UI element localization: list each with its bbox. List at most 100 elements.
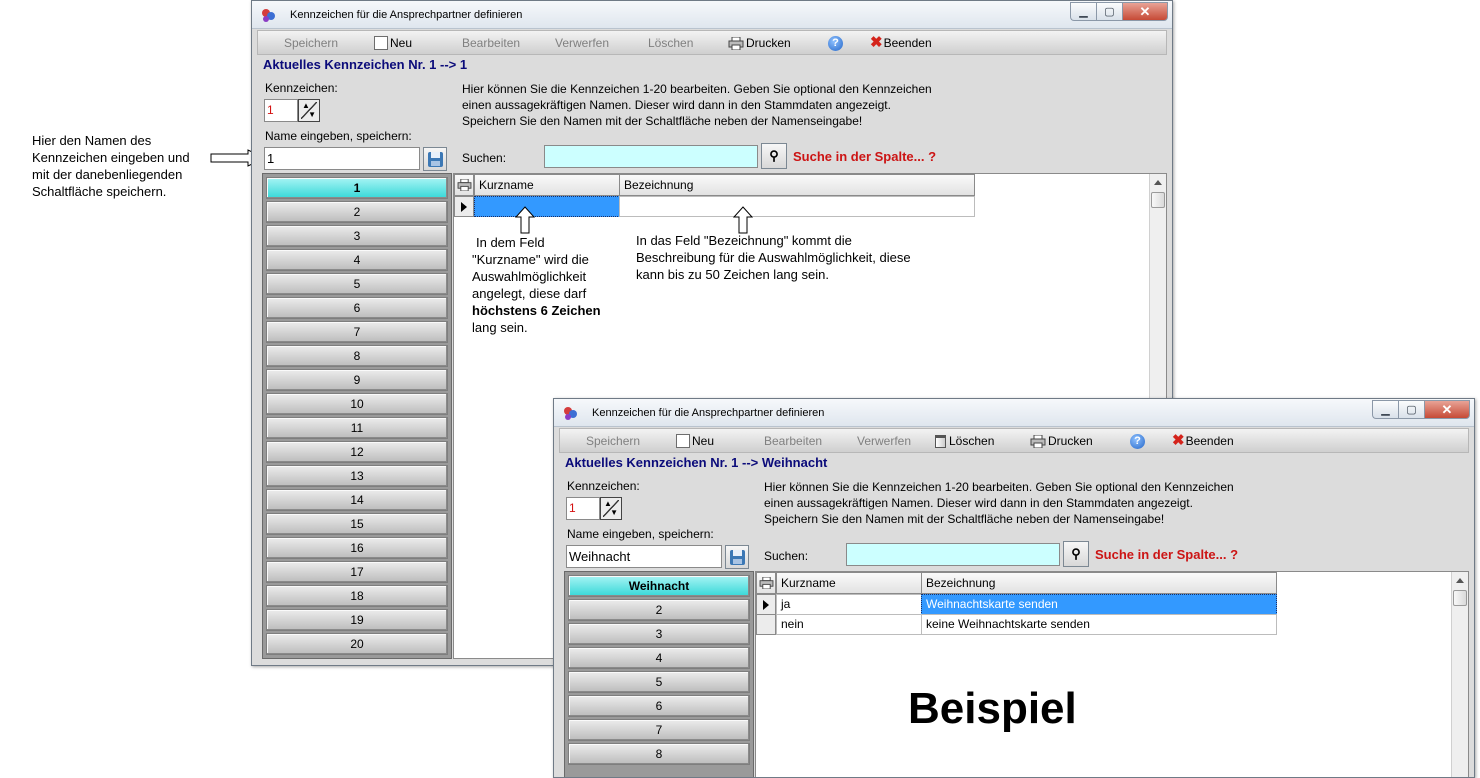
tab-mark-8[interactable]: 8	[266, 345, 448, 367]
annotation-line: In dem Feld	[476, 235, 545, 250]
new-label: Neu	[692, 434, 715, 448]
find-button[interactable]: ⚲	[1063, 541, 1089, 567]
new-label: Neu	[390, 36, 413, 50]
tab-mark-3[interactable]: 3	[568, 623, 750, 645]
spinner-button[interactable]: ▲ ▼	[298, 99, 320, 122]
search-column-hint[interactable]: Suche in der Spalte... ?	[793, 149, 936, 164]
tab-mark-16[interactable]: 16	[266, 537, 448, 559]
tab-mark-11[interactable]: 11	[266, 417, 448, 439]
tab-mark-4[interactable]: 4	[568, 647, 750, 669]
annotation-bold-line: höchstens 6 Zeichen	[472, 303, 601, 318]
name-input[interactable]: 1	[264, 147, 420, 170]
save-name-button[interactable]	[423, 147, 447, 171]
print-button[interactable]: Drucken	[728, 36, 791, 50]
tab-mark-4[interactable]: 4	[266, 249, 448, 271]
save-record-button[interactable]: Speichern	[284, 36, 338, 50]
name-input[interactable]: Weihnacht	[566, 545, 722, 568]
new-button[interactable]: Neu	[676, 434, 714, 448]
quit-button[interactable]: ✖ Beenden	[1172, 432, 1234, 449]
print-button[interactable]: Drucken	[1030, 434, 1093, 448]
help-button[interactable]: ?	[1130, 434, 1145, 449]
quit-button[interactable]: ✖ Beenden	[870, 35, 932, 50]
cell-kurzname[interactable]	[474, 196, 620, 217]
find-button[interactable]: ⚲	[761, 143, 787, 169]
tab-mark-1[interactable]: Weihnacht	[568, 575, 750, 597]
tab-mark-3[interactable]: 3	[266, 225, 448, 247]
kennzeichen-value[interactable]: 1	[264, 99, 298, 122]
cell-bezeichnung[interactable]: Weihnachtskarte senden	[921, 594, 1277, 615]
spinner-button[interactable]: ▲ ▼	[600, 497, 622, 520]
tab-mark-15[interactable]: 15	[266, 513, 448, 535]
row-indicator[interactable]	[756, 594, 776, 615]
tab-mark-8[interactable]: 8	[568, 743, 750, 765]
cell-kurzname[interactable]: nein	[776, 614, 922, 635]
kennzeichen-spinner[interactable]: 1 ▲ ▼	[566, 497, 623, 520]
scroll-thumb[interactable]	[1453, 590, 1467, 606]
tab-mark-19[interactable]: 19	[266, 609, 448, 631]
vertical-scrollbar[interactable]	[1451, 572, 1468, 777]
maximize-button[interactable]: ▢	[1096, 2, 1122, 21]
tab-mark-6[interactable]: 6	[568, 695, 750, 717]
column-header-kurzname[interactable]: Kurzname	[474, 174, 620, 196]
tab-mark-12[interactable]: 12	[266, 441, 448, 463]
grid-print-button[interactable]	[756, 572, 776, 594]
tab-mark-20[interactable]: 20	[266, 633, 448, 655]
tab-mark-1[interactable]: 1	[266, 177, 448, 199]
column-header-bezeichnung[interactable]: Bezeichnung	[619, 174, 975, 196]
tab-mark-10[interactable]: 10	[266, 393, 448, 415]
cell-bezeichnung[interactable]: keine Weihnachtskarte senden	[921, 614, 1277, 635]
tab-mark-18[interactable]: 18	[266, 585, 448, 607]
cell-kurzname[interactable]: ja	[776, 594, 922, 615]
row-indicator[interactable]	[454, 196, 474, 217]
column-header-kurzname[interactable]: Kurzname	[776, 572, 922, 594]
row-indicator[interactable]	[756, 614, 776, 635]
edit-button[interactable]: Bearbeiten	[462, 36, 520, 50]
grid-print-button[interactable]	[454, 174, 474, 196]
tab-mark-7[interactable]: 7	[266, 321, 448, 343]
kennzeichen-value[interactable]: 1	[566, 497, 600, 520]
close-button[interactable]: ✕	[1424, 400, 1470, 419]
maximize-button[interactable]: ▢	[1398, 400, 1424, 419]
tab-mark-5[interactable]: 5	[568, 671, 750, 693]
quit-label: Beenden	[1185, 434, 1234, 448]
discard-button[interactable]: Verwerfen	[857, 434, 911, 448]
column-header-bezeichnung[interactable]: Bezeichnung	[921, 572, 1277, 594]
search-column-hint[interactable]: Suche in der Spalte... ?	[1095, 547, 1238, 562]
maximize-icon: ▢	[1104, 6, 1115, 18]
minimize-button[interactable]: ▁	[1372, 400, 1398, 419]
tab-mark-7[interactable]: 7	[568, 719, 750, 741]
save-record-button[interactable]: Speichern	[586, 434, 640, 448]
tab-mark-9[interactable]: 9	[266, 369, 448, 391]
cell-bezeichnung[interactable]	[619, 196, 975, 217]
save-name-button[interactable]	[725, 545, 749, 569]
delete-button[interactable]: Löschen	[935, 434, 994, 448]
printer-icon	[1030, 434, 1046, 448]
scroll-thumb[interactable]	[1151, 192, 1165, 208]
kennzeichen-spinner[interactable]: 1 ▲ ▼	[264, 99, 321, 122]
annotation-line: "Kurzname" wird die	[472, 252, 589, 267]
tab-mark-2[interactable]: 2	[266, 201, 448, 223]
up-arrow-icon	[733, 206, 753, 234]
tab-mark-17[interactable]: 17	[266, 561, 448, 583]
title-bar: Kennzeichen für die Ansprechpartner defi…	[554, 399, 1474, 427]
tab-mark-6[interactable]: 6	[266, 297, 448, 319]
search-input[interactable]	[846, 543, 1060, 566]
mark-tabs: Weihnacht 2 3 4 5 6 7 8	[564, 571, 754, 777]
edit-button[interactable]: Bearbeiten	[764, 434, 822, 448]
new-button[interactable]: Neu	[374, 36, 412, 50]
scroll-up-icon	[1154, 180, 1162, 185]
close-x-icon: ✖	[1172, 432, 1185, 449]
tab-mark-5[interactable]: 5	[266, 273, 448, 295]
discard-button[interactable]: Verwerfen	[555, 36, 609, 50]
close-button[interactable]: ✕	[1122, 2, 1168, 21]
delete-button[interactable]: Löschen	[648, 36, 693, 50]
tab-mark-14[interactable]: 14	[266, 489, 448, 511]
search-input[interactable]	[544, 145, 758, 168]
tab-mark-13[interactable]: 13	[266, 465, 448, 487]
annotation-line: Auswahlmöglichkeit	[472, 269, 587, 284]
callout-line: mit der danebenliegenden	[32, 167, 183, 182]
minimize-button[interactable]: ▁	[1070, 2, 1096, 21]
help-button[interactable]: ?	[828, 36, 843, 51]
tab-mark-2[interactable]: 2	[568, 599, 750, 621]
info-text: Hier können Sie die Kennzeichen 1-20 bea…	[764, 479, 1234, 527]
